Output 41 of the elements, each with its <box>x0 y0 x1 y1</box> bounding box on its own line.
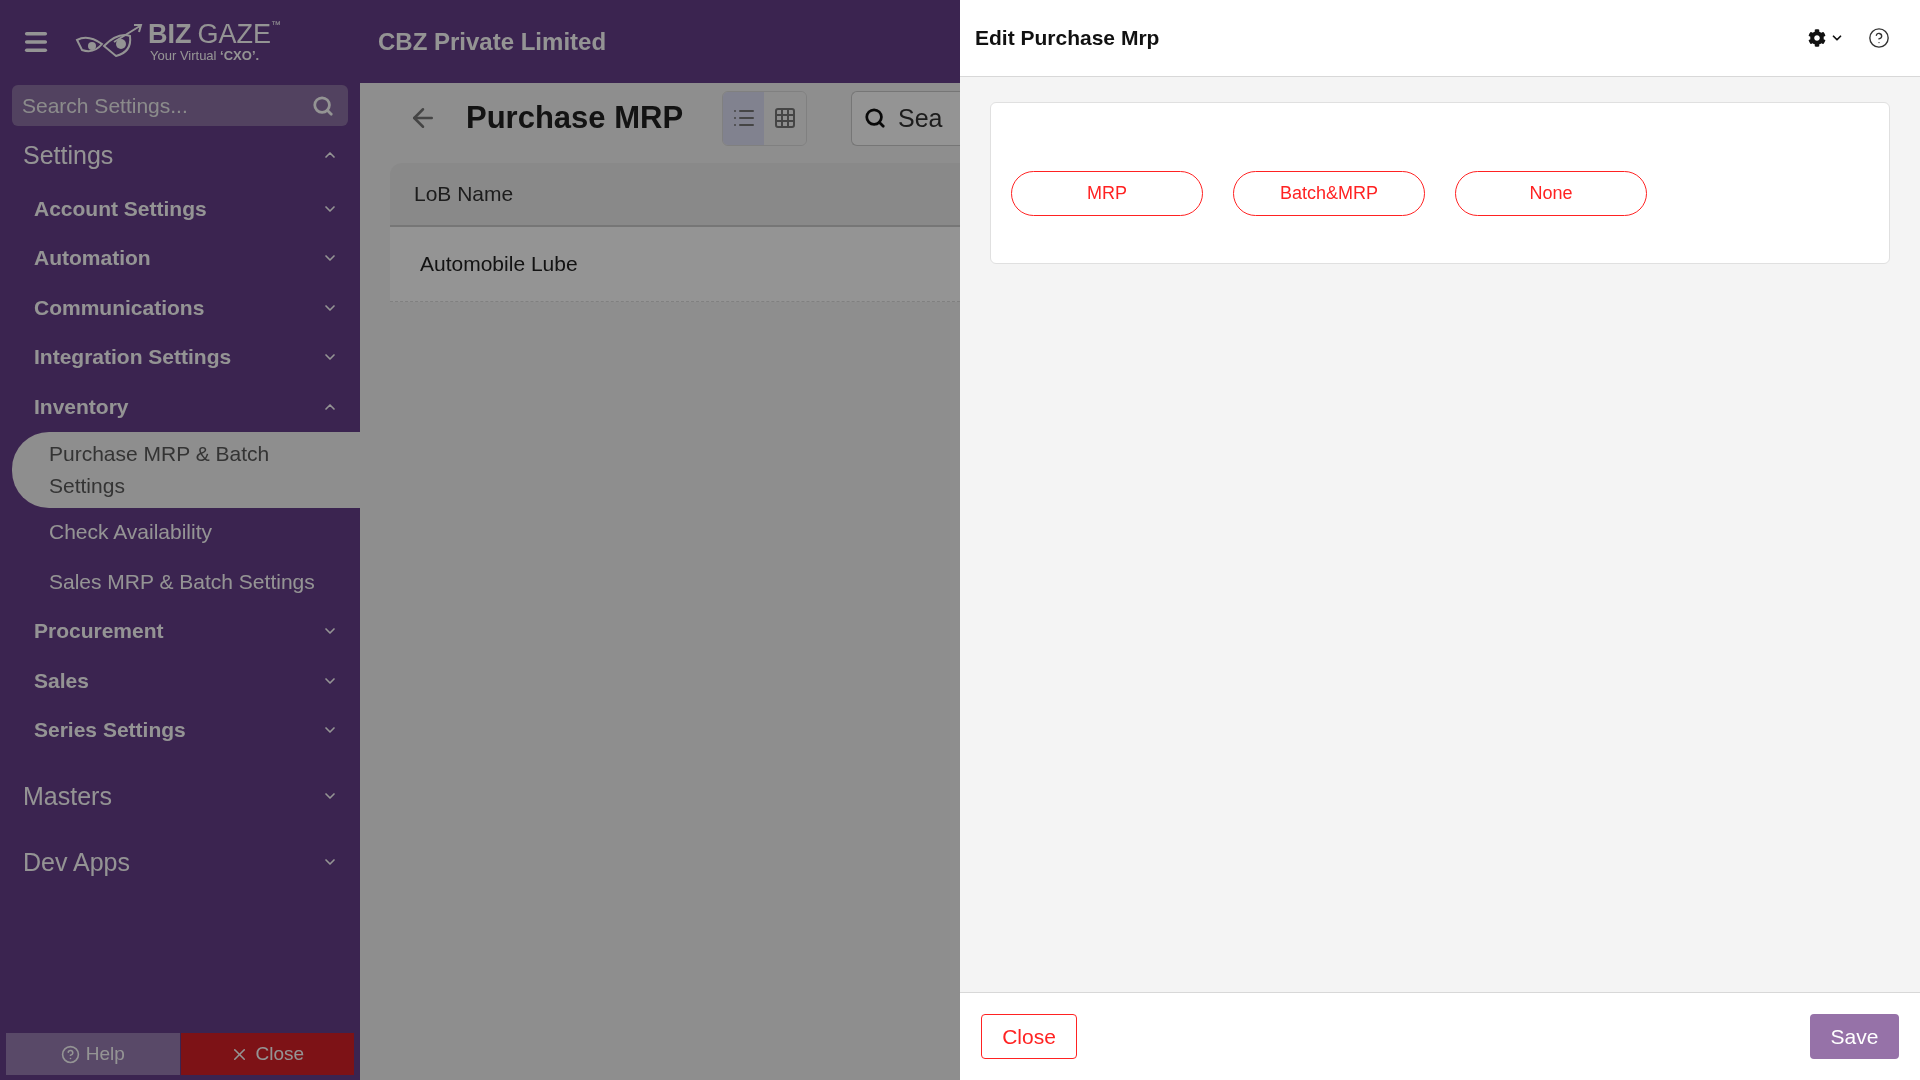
help-button[interactable]: Help <box>6 1033 180 1075</box>
search-field[interactable]: Sea <box>851 90 960 146</box>
sidebar-item[interactable]: Inventory <box>0 382 360 432</box>
logo-text: BIZ <box>148 20 192 48</box>
table-cell: Automobile Lube <box>390 227 960 302</box>
sidebar-section[interactable]: Masters <box>0 763 360 829</box>
sidebar-subitem[interactable]: Check Availability <box>12 507 360 557</box>
close-button[interactable]: Close <box>981 1014 1077 1059</box>
sidebar-item[interactable]: Integration Settings <box>0 332 360 382</box>
sidebar-item[interactable]: Communications <box>0 283 360 333</box>
page-title: Purchase MRP <box>466 100 685 136</box>
help-icon <box>60 1044 80 1064</box>
sidebar-subitem[interactable]: Purchase MRP & Batch Settings <box>12 431 360 508</box>
search-input[interactable]: Search Settings... <box>20 92 312 119</box>
company-name: CBZ Private Limited <box>378 27 607 56</box>
settings-button[interactable] <box>1808 29 1844 47</box>
drawer-title: Edit Purchase Mrp <box>975 26 1161 50</box>
column-header: LoB Name <box>390 163 960 227</box>
logo-text: GAZE <box>197 20 271 48</box>
list-view-button[interactable] <box>722 91 765 145</box>
sidebar-item[interactable]: Procurement <box>0 606 360 656</box>
grid-icon <box>773 106 798 130</box>
sidebar-item[interactable]: Sales <box>0 656 360 706</box>
settings-icon <box>1808 29 1826 47</box>
trademark-text: ™ <box>271 20 281 30</box>
option-button[interactable]: None <box>1455 170 1647 216</box>
sidebar-subitem[interactable]: Sales MRP & Batch Settings <box>12 557 360 607</box>
close-button[interactable]: Close <box>180 1033 354 1075</box>
help-button[interactable] <box>1868 27 1890 49</box>
sidebar-section[interactable]: Dev Apps <box>0 829 360 895</box>
save-button[interactable]: Save <box>1810 1014 1899 1059</box>
sidebar-item[interactable]: Automation <box>0 233 360 283</box>
logo-tagline: Your Virtual ‘CXO’. <box>150 48 261 63</box>
search-field[interactable]: Search Settings... <box>12 85 348 126</box>
sidebar-section[interactable]: Settings <box>0 126 360 184</box>
sidebar-item[interactable]: Series Settings <box>0 705 360 755</box>
search-icon <box>864 107 886 129</box>
option-button[interactable]: Batch&MRP <box>1233 170 1425 216</box>
option-button[interactable]: MRP <box>1011 170 1203 216</box>
search-icon <box>312 94 334 117</box>
sidebar-item[interactable]: Account Settings <box>0 184 360 234</box>
